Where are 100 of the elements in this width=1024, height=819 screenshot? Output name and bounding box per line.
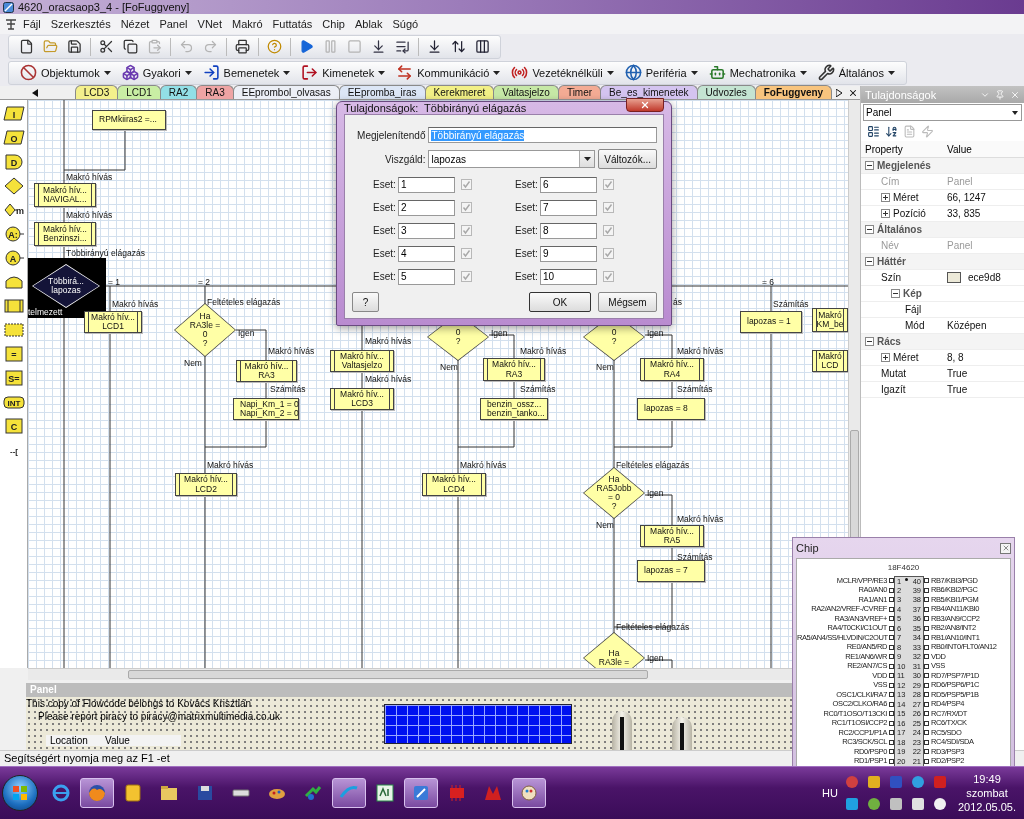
node-caption: Makró hívás xyxy=(66,210,113,220)
macro-call-node[interactable]: Makró hív... LCD4 xyxy=(422,473,486,496)
collapse-icon[interactable] xyxy=(865,257,874,266)
delay-tool-icon[interactable]: D xyxy=(2,151,25,172)
macro-call-node[interactable]: Makró LCD xyxy=(812,350,848,372)
menu-item[interactable]: Chip xyxy=(317,18,350,30)
macro-tab[interactable]: LCD1 xyxy=(117,85,161,99)
menu-item[interactable]: VNet xyxy=(192,18,227,30)
calculation-node[interactable]: RPMkiiras2 =... xyxy=(92,110,166,130)
macro-call-node[interactable]: Makró KM_be xyxy=(812,308,848,332)
macro-tab[interactable]: Kerekmeret xyxy=(424,85,495,99)
slider-knob-drawing[interactable] xyxy=(612,711,632,750)
macro-call-node[interactable]: Makró hív... RA4 xyxy=(640,358,704,381)
macro-call-node[interactable]: Makró hív... NAVIGAL... xyxy=(34,183,96,207)
component-menu-button[interactable]: Kommunikáció xyxy=(391,60,506,85)
component-menu-button[interactable]: Vezetéknélküli xyxy=(506,60,619,85)
macro-tab[interactable]: FoFuggveny xyxy=(754,85,833,99)
expand-icon[interactable] xyxy=(881,353,890,362)
calculation-tool-icon[interactable]: = xyxy=(2,343,25,364)
component-menu-button[interactable]: Általános xyxy=(812,60,900,85)
macro-tab[interactable]: EEprombol_olvasas xyxy=(232,85,340,99)
calculation-node[interactable]: Napi_Km_1 = 0 Napi_Km_2 = 0 xyxy=(233,398,299,420)
node-caption: = 2 xyxy=(198,277,211,287)
collapse-icon[interactable] xyxy=(865,337,874,346)
menu-item[interactable]: Súgó xyxy=(387,18,424,30)
clock-day[interactable]: szombat xyxy=(966,787,1008,799)
macro-tab[interactable]: RA2 xyxy=(159,85,198,99)
language-indicator[interactable]: HU xyxy=(822,787,838,799)
macro-tab[interactable]: Be_es_kimenetek xyxy=(600,85,698,99)
variable-select[interactable]: lapozas xyxy=(428,150,596,168)
macro-call-node[interactable]: Makró hív... LCD2 xyxy=(175,473,237,496)
decision-node[interactable]: Ha RA5Jobb = 0 ? xyxy=(583,467,645,519)
string-tool-icon[interactable]: S= xyxy=(2,367,25,388)
ok-button[interactable]: OK xyxy=(529,292,591,312)
menu-item[interactable]: Makró xyxy=(227,18,268,30)
arrows-icon xyxy=(396,64,414,81)
tray-icon[interactable] xyxy=(866,774,882,790)
collapse-icon[interactable] xyxy=(865,161,874,170)
sort-az-icon[interactable] xyxy=(885,125,898,138)
calculation-node[interactable]: lapozas = 8 xyxy=(637,398,705,420)
menu-item[interactable]: Panel xyxy=(154,18,193,30)
menu-item[interactable]: Szerkesztés xyxy=(45,18,116,30)
macro-call-node[interactable]: Makró hív... Benzinszi... xyxy=(34,222,96,246)
start-button[interactable] xyxy=(2,775,38,811)
object-select[interactable]: Panel xyxy=(863,104,1022,121)
help-button[interactable]: ? xyxy=(352,292,379,312)
macro-tab[interactable]: RA3 xyxy=(196,85,234,99)
decision-node[interactable]: Ha RA3le = xyxy=(583,632,645,668)
macro-tab[interactable]: Udvozles xyxy=(696,85,756,99)
component-menu-button[interactable]: Kimenetek xyxy=(296,60,391,85)
collapse-icon[interactable] xyxy=(865,225,874,234)
field-label: Eset: xyxy=(373,271,395,282)
macro-call-node[interactable]: Makró hív... LCD3 xyxy=(330,388,394,410)
node-caption: Makró hívás xyxy=(207,460,254,470)
right-arrow-icon[interactable] xyxy=(836,88,843,97)
macro-call-node[interactable]: Makró hív... Valtasjelzo xyxy=(330,350,394,372)
node-caption: Makró hívás xyxy=(677,514,724,524)
tray-icon[interactable] xyxy=(888,796,904,812)
document-menu-icon[interactable] xyxy=(4,17,18,31)
cancel-button[interactable]: Mégsem xyxy=(598,292,657,312)
macro-tab[interactable]: Timer xyxy=(557,85,602,99)
close-button[interactable] xyxy=(626,98,664,112)
component-menu-button[interactable]: Gyakori xyxy=(116,60,197,85)
macro-tab[interactable]: LCD3 xyxy=(74,85,119,99)
calculation-node[interactable]: benzin_ossz... benzin_tanko... xyxy=(480,398,548,420)
calculation-node[interactable]: lapozas = 7 xyxy=(637,560,705,582)
left-arrow-icon[interactable] xyxy=(31,88,38,97)
component-menu-button[interactable]: Objektumok xyxy=(15,60,116,85)
variables-button[interactable]: Változók... xyxy=(598,149,657,169)
macro-call-node[interactable]: Makró hív... RA3 xyxy=(236,360,297,382)
calculation-node[interactable]: lapozas = 1 xyxy=(740,311,802,333)
slider-knob-drawing[interactable] xyxy=(672,717,692,750)
macro-call-node[interactable]: Makró hív... LCD1 xyxy=(84,311,142,333)
macro-tab[interactable]: Valtasjelzo xyxy=(493,85,559,99)
node-caption: Számítás xyxy=(520,384,556,394)
menu-item[interactable]: Ablak xyxy=(349,18,388,30)
code-tool-icon[interactable]: C xyxy=(2,415,25,436)
component-menu-button[interactable]: Periféria xyxy=(619,60,703,85)
collapse-icon[interactable] xyxy=(891,289,900,298)
macro-tab[interactable]: EEpromba_iras xyxy=(338,85,426,99)
expand-icon[interactable] xyxy=(881,193,890,202)
clock-time[interactable]: 19:49 xyxy=(973,773,1001,785)
categorized-icon[interactable] xyxy=(867,125,880,138)
menu-item[interactable]: Fájl xyxy=(18,18,46,30)
menu-item[interactable]: Futtatás xyxy=(267,18,318,30)
expand-icon[interactable] xyxy=(881,209,890,218)
menu-item[interactable]: Nézet xyxy=(115,18,155,30)
macro-call-node[interactable]: Makró hív... RA5 xyxy=(640,525,704,547)
clock-date[interactable]: 2012.05.05. xyxy=(957,801,1017,813)
component-menu-button[interactable]: Mechatronika xyxy=(703,60,812,85)
category-label: Megjelenés xyxy=(876,160,931,171)
component-menu-button[interactable]: Bemenetek xyxy=(197,60,296,85)
switch-node[interactable]: Többirá... lapozas xyxy=(32,264,100,308)
tray-icon[interactable] xyxy=(932,796,948,812)
comment-tool-icon[interactable]: --[ xyxy=(2,439,25,460)
property-value: Panel xyxy=(946,240,973,251)
tray-icon[interactable] xyxy=(866,796,882,812)
decision-tool-icon[interactable] xyxy=(2,175,25,196)
tray-icon[interactable] xyxy=(910,796,926,812)
macro-call-node[interactable]: Makró hív... RA3 xyxy=(483,358,545,381)
